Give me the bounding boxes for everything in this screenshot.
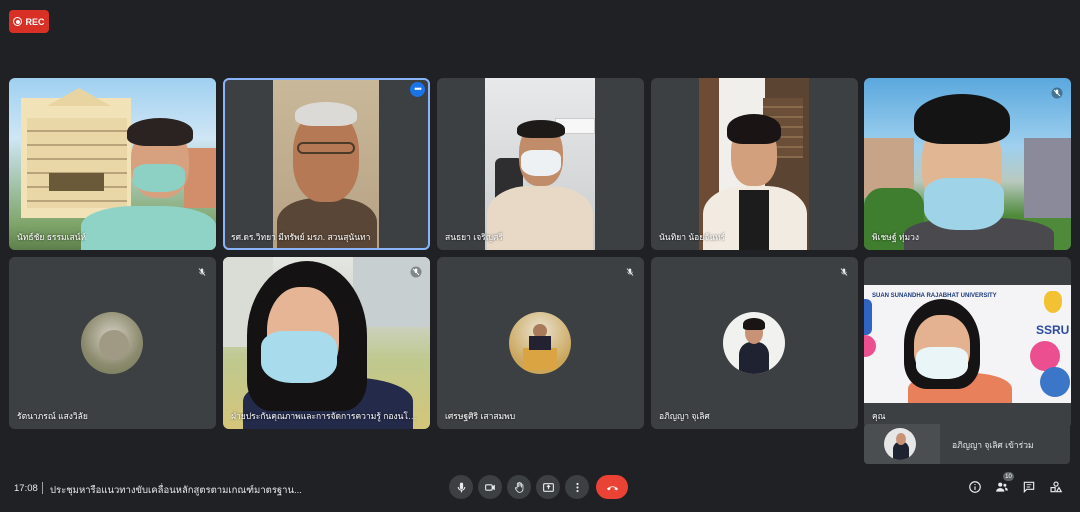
participant-video — [9, 78, 216, 250]
participant-tile[interactable]: รัตนาภรณ์ แสงวิลัย — [9, 257, 216, 429]
participant-tile[interactable]: ฝ่ายประกันคุณภาพและการจัดการความรู้ กองน… — [223, 257, 430, 429]
activities-button[interactable] — [1047, 478, 1065, 496]
more-options-icon — [575, 482, 579, 492]
participant-name: นัทธ์ชัย ธรรมเสน์ห์ — [17, 232, 87, 242]
participant-tile[interactable]: เศรษฐศิริ เสาสมพบ — [437, 257, 644, 429]
muted-mic-icon — [196, 265, 208, 277]
meeting-title: ประชุมหารือแนวทางขับเคลื่อนหลักสูตรตามเก… — [50, 485, 302, 496]
end-call-icon — [606, 485, 618, 490]
self-view-tile[interactable]: SUAN SUNANDHA RAJABHAT UNIVERSITY SSRU ค… — [864, 257, 1071, 429]
participant-tile-active[interactable]: ••• รศ.ดร.วิทยา มีทรัพย์ มรภ. สวนสุนันทา — [223, 78, 430, 250]
participant-video — [485, 78, 595, 250]
participant-name: รัตนาภรณ์ แสงวิลัย — [17, 411, 88, 421]
mic-icon — [457, 482, 465, 492]
camera-button[interactable] — [478, 475, 502, 499]
bottom-toolbar: 17:08 ประชุมหารือแนวทางขับเคลื่อนหลักสูต… — [0, 464, 1080, 512]
participant-name: เศรษฐศิริ เสาสมพบ — [445, 411, 516, 421]
participant-tile[interactable]: สนธยา เจริญศรี — [437, 78, 644, 250]
people-count-badge: 10 — [1003, 472, 1014, 481]
activities-icon — [1050, 481, 1063, 493]
muted-mic-icon — [410, 265, 422, 278]
muted-mic-icon — [624, 265, 636, 277]
join-notification-text: อภิญญา จุเลิศ เข้าร่วม — [952, 440, 1034, 450]
participant-avatar — [81, 312, 143, 374]
info-icon — [969, 481, 981, 493]
raise-hand-icon — [514, 481, 523, 493]
participant-avatar — [723, 312, 785, 374]
participant-name: คุณ — [872, 411, 886, 421]
raise-hand-button[interactable] — [507, 475, 531, 499]
participant-avatar — [509, 312, 571, 374]
participant-name: นันทิยา น้อยจันทร์ — [659, 232, 726, 242]
end-call-button[interactable] — [596, 475, 628, 499]
participant-video — [273, 80, 379, 248]
muted-mic-icon — [838, 265, 850, 277]
participant-name: รศ.ดร.วิทยา มีทรัพย์ มรภ. สวนสุนันทา — [231, 232, 371, 242]
participant-tile[interactable]: นัทธ์ชัย ธรรมเสน์ห์ — [9, 78, 216, 250]
mic-button[interactable] — [449, 475, 473, 499]
university-logo-text: SSRU — [1036, 323, 1070, 337]
university-banner: SUAN SUNANDHA RAJABHAT UNIVERSITY — [872, 293, 997, 299]
chat-icon — [1023, 481, 1035, 494]
divider — [42, 482, 43, 494]
participant-tile[interactable]: อภิญญา จุเลิศ — [651, 257, 858, 429]
chat-button[interactable] — [1020, 478, 1038, 496]
participant-name: พิเชษฐ์ ทุ่มวง — [872, 232, 920, 242]
university-crest-icon — [1044, 291, 1062, 313]
participant-tile[interactable]: นันทิยา น้อยจันทร์ — [651, 78, 858, 250]
participant-avatar — [884, 428, 916, 460]
info-button[interactable] — [966, 478, 984, 496]
participant-video — [699, 78, 809, 250]
present-button[interactable] — [536, 475, 560, 499]
record-icon — [13, 17, 23, 26]
join-notification: อภิญญา จุเลิศ เข้าร่วม — [864, 424, 1070, 464]
participant-video: SUAN SUNANDHA RAJABHAT UNIVERSITY SSRU — [864, 285, 1071, 403]
participant-tile[interactable]: พิเชษฐ์ ทุ่มวง — [864, 78, 1071, 250]
clock: 17:08 — [14, 483, 38, 494]
muted-mic-icon — [1051, 86, 1063, 99]
people-icon — [996, 482, 1008, 492]
more-options-button[interactable] — [565, 475, 589, 499]
recording-label: REC — [25, 16, 45, 27]
participant-video — [864, 78, 1071, 250]
people-button[interactable]: 10 — [993, 472, 1014, 496]
present-icon — [542, 482, 554, 492]
recording-badge: REC — [9, 10, 49, 33]
participant-name: อภิญญา จุเลิศ — [659, 411, 710, 421]
camera-icon — [484, 483, 495, 491]
participant-name: ฝ่ายประกันคุณภาพและการจัดการความรู้ กองน… — [231, 411, 417, 421]
participant-video — [223, 257, 430, 429]
participant-name: สนธยา เจริญศรี — [445, 232, 503, 242]
more-options-icon[interactable]: ••• — [410, 82, 425, 97]
